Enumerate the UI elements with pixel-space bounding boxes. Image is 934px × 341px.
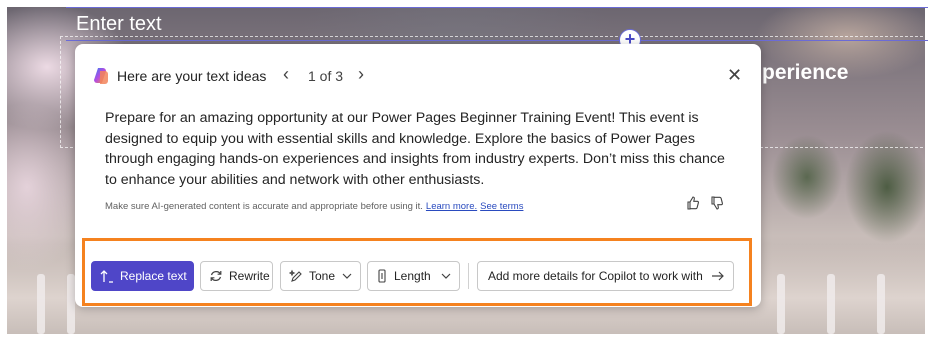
background-heading: perience: [762, 61, 849, 84]
add-details-button[interactable]: Add more details for Copilot to work wit…: [477, 261, 734, 291]
text-length-icon: [376, 269, 388, 283]
ai-disclaimer: Make sure AI-generated content is accura…: [105, 201, 523, 212]
tone-dropdown[interactable]: Tone: [280, 261, 361, 291]
add-details-label: Add more details for Copilot to work wit…: [488, 269, 703, 283]
enter-text-field[interactable]: Enter text: [66, 7, 928, 41]
close-icon[interactable]: ✕: [727, 65, 742, 86]
chevron-right-icon[interactable]: ›: [358, 64, 364, 85]
toolbar-divider: [468, 263, 469, 289]
learn-more-link[interactable]: Learn more.: [426, 201, 477, 212]
replace-text-button[interactable]: Replace text: [91, 261, 194, 291]
length-dropdown[interactable]: Length: [367, 261, 460, 291]
chair-shape: [67, 274, 75, 334]
disclaimer-text: Make sure AI-generated content is accura…: [105, 201, 423, 212]
chevron-down-icon: [341, 270, 353, 282]
sparkle-pen-icon: [289, 269, 303, 283]
chevron-down-icon: [440, 270, 452, 282]
panel-title: Here are your text ideas: [117, 68, 267, 84]
see-terms-link[interactable]: See terms: [480, 201, 523, 212]
rewrite-label: Rewrite: [229, 269, 270, 283]
chair-shape: [777, 274, 785, 334]
chair-shape: [827, 274, 835, 334]
length-label: Length: [394, 269, 431, 283]
refresh-icon: [209, 269, 223, 283]
tone-label: Tone: [309, 269, 336, 283]
chevron-left-icon[interactable]: ‹: [283, 64, 289, 85]
replace-text-label: Replace text: [120, 269, 187, 283]
arrow-up-icon: [100, 269, 114, 283]
thumbs-down-icon[interactable]: [709, 195, 725, 211]
copilot-icon: [94, 68, 108, 84]
rewrite-button[interactable]: Rewrite: [200, 261, 273, 291]
thumbs-up-icon[interactable]: [685, 195, 701, 211]
chair-shape: [37, 274, 45, 334]
enter-text-placeholder: Enter text: [76, 13, 162, 35]
chair-shape: [877, 274, 885, 334]
generated-text: Prepare for an amazing opportunity at ou…: [105, 110, 725, 188]
page-counter: 1 of 3: [308, 68, 344, 84]
arrow-right-icon: [711, 270, 725, 282]
